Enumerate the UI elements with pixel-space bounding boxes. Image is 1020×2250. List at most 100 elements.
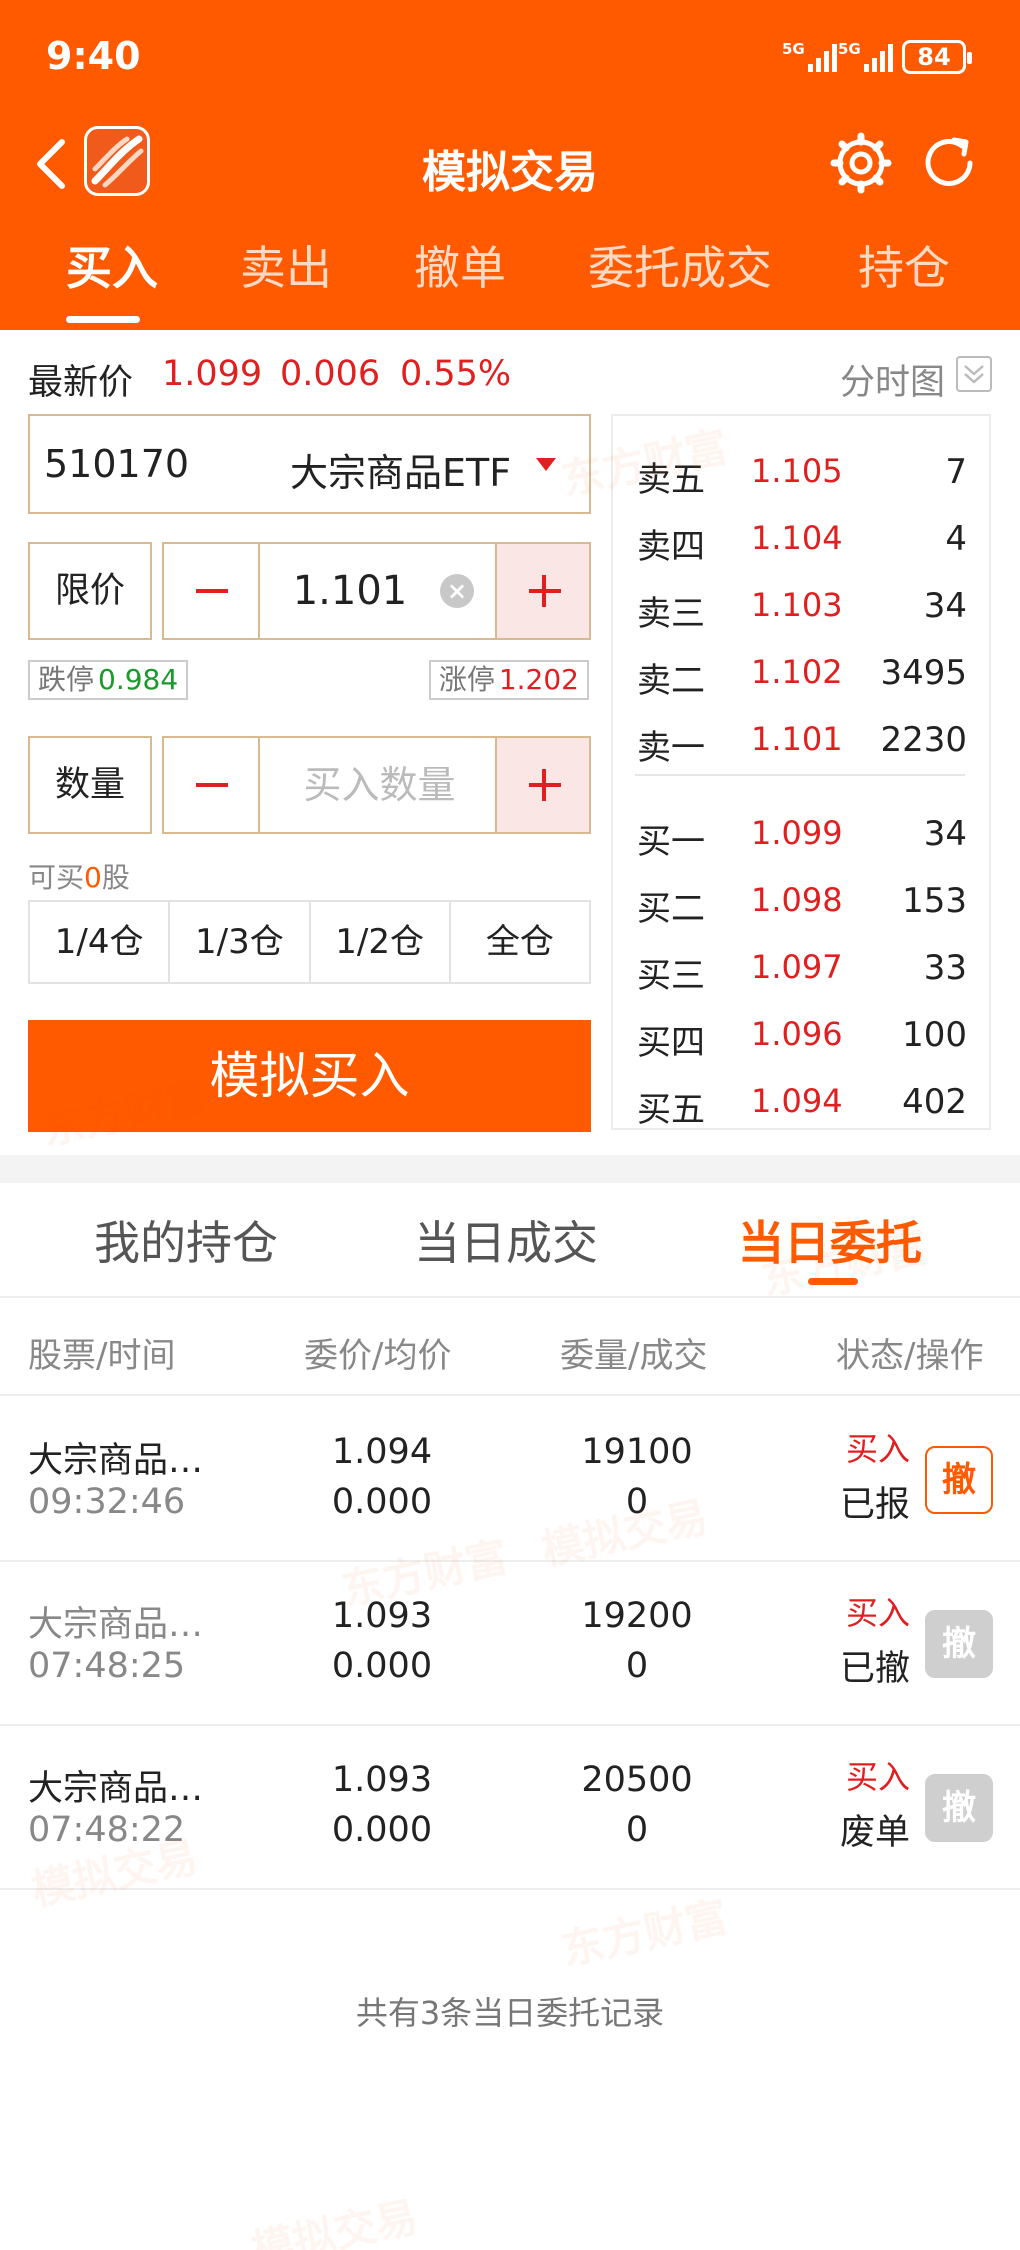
order-price: 1.094 bbox=[331, 1432, 433, 1472]
available-count: 0 bbox=[84, 861, 102, 894]
latest-price-label: 最新价 bbox=[28, 363, 134, 403]
refresh-button[interactable] bbox=[916, 130, 982, 196]
status-time: 9:40 bbox=[46, 34, 141, 78]
tab-sell[interactable]: 卖出 bbox=[240, 232, 332, 298]
order-book-row[interactable]: 卖五 1.105 7 bbox=[613, 438, 989, 504]
price-stepper: 1.101 × bbox=[162, 542, 591, 640]
trade-tabs: 买入 卖出 撤单 委托成交 持仓 bbox=[0, 232, 1020, 323]
settings-button[interactable] bbox=[828, 130, 894, 196]
order-book-row[interactable]: 卖一 1.101 2230 bbox=[613, 706, 989, 772]
order-filled: 0 bbox=[625, 1646, 649, 1686]
quantity-stepper bbox=[162, 736, 591, 834]
stock-name: 大宗商品ETF bbox=[290, 451, 512, 495]
position-third-button[interactable]: 1/3仓 bbox=[170, 902, 311, 982]
price-increase-button[interactable] bbox=[495, 544, 589, 638]
position-quarter-button[interactable]: 1/4仓 bbox=[30, 902, 171, 982]
tab-holdings[interactable]: 持仓 bbox=[858, 232, 950, 298]
orders-table-header: 股票/时间 委价/均价 委量/成交 状态/操作 bbox=[0, 1300, 1020, 1396]
price-input[interactable]: 1.101 bbox=[260, 544, 440, 638]
position-size-selector: 1/4仓 1/3仓 1/2仓 全仓 bbox=[28, 900, 591, 984]
quantity-label: 数量 bbox=[28, 736, 152, 834]
table-row[interactable]: 大宗商品… 07:48:25 1.093 0.000 19200 0 买入 已撤… bbox=[0, 1562, 1020, 1726]
dropdown-arrow-icon bbox=[536, 458, 556, 471]
order-stock-name: 大宗商品… bbox=[28, 1769, 204, 1809]
order-type: 买入 bbox=[846, 1594, 911, 1632]
app-header: 9:40 5G 5G 84 模拟交易 买入 卖出 撤单 委托成交 持仓 bbox=[0, 0, 1020, 330]
active-tab-indicator bbox=[808, 1278, 858, 1285]
order-type: 买入 bbox=[846, 1758, 911, 1796]
tab-cancel[interactable]: 撤单 bbox=[414, 232, 506, 298]
order-quantity: 20500 bbox=[581, 1760, 693, 1800]
limit-up-label: 涨停 bbox=[438, 663, 495, 696]
price-decrease-button[interactable] bbox=[164, 544, 260, 638]
column-header: 股票/时间 bbox=[28, 1336, 176, 1376]
battery-icon: 84 bbox=[902, 40, 972, 74]
order-price: 1.093 bbox=[331, 1760, 433, 1800]
tab-orders-trades[interactable]: 委托成交 bbox=[588, 232, 772, 298]
tab-today-orders[interactable]: 当日委托 bbox=[738, 1207, 922, 1273]
order-book-row[interactable]: 卖二 1.102 3495 bbox=[613, 639, 989, 705]
order-book-row[interactable]: 卖四 1.104 4 bbox=[613, 505, 989, 571]
records-count-note: 共有3条当日委托记录 bbox=[355, 1994, 665, 2032]
cancel-order-button: 撤 bbox=[925, 1610, 993, 1678]
order-type: 买入 bbox=[846, 1430, 911, 1468]
order-book-row[interactable]: 买一 1.099 34 bbox=[613, 800, 989, 866]
cancel-order-button: 撤 bbox=[925, 1774, 993, 1842]
order-status: 已撤 bbox=[840, 1649, 911, 1689]
clear-icon[interactable]: × bbox=[440, 574, 474, 608]
order-quantity: 19200 bbox=[581, 1596, 693, 1636]
quantity-decrease-button[interactable] bbox=[164, 738, 260, 832]
limit-down-value: 0.984 bbox=[98, 663, 179, 696]
order-avg-price: 0.000 bbox=[331, 1646, 433, 1686]
refresh-icon bbox=[925, 137, 973, 186]
position-half-button[interactable]: 1/2仓 bbox=[311, 902, 451, 982]
order-book-row[interactable]: 卖三 1.103 34 bbox=[613, 572, 989, 638]
section-divider bbox=[0, 1155, 1020, 1183]
order-avg-price: 0.000 bbox=[331, 1482, 433, 1522]
limit-down-tag[interactable]: 跌停 0.984 bbox=[28, 660, 189, 700]
order-book-row[interactable]: 买四 1.096 100 bbox=[613, 1001, 989, 1067]
order-book-row[interactable]: 买五 1.094 402 bbox=[613, 1068, 989, 1134]
quantity-input[interactable] bbox=[262, 738, 497, 832]
column-header: 状态/操作 bbox=[836, 1336, 984, 1376]
tab-my-holdings[interactable]: 我的持仓 bbox=[94, 1207, 278, 1273]
watermark: 模拟交易 bbox=[247, 2192, 422, 2250]
order-price: 1.093 bbox=[331, 1596, 433, 1636]
intraday-chart-link[interactable]: 分时图 bbox=[840, 354, 945, 405]
order-avg-price: 0.000 bbox=[331, 1810, 433, 1850]
order-book-row[interactable]: 买二 1.098 153 bbox=[613, 867, 989, 933]
status-bar: 9:40 5G 5G 84 bbox=[0, 0, 1020, 120]
order-filled: 0 bbox=[625, 1482, 649, 1522]
order-time: 09:32:46 bbox=[28, 1482, 186, 1522]
table-row[interactable]: 大宗商品… 07:48:22 1.093 0.000 20500 0 买入 废单… bbox=[0, 1726, 1020, 1890]
table-row[interactable]: 大宗商品… 09:32:46 1.094 0.000 19100 0 买入 已报… bbox=[0, 1398, 1020, 1562]
position-full-button[interactable]: 全仓 bbox=[451, 902, 589, 982]
order-filled: 0 bbox=[625, 1810, 649, 1850]
stock-selector[interactable]: 510170 大宗商品ETF bbox=[28, 414, 591, 514]
nav-bar: 模拟交易 bbox=[0, 120, 1020, 220]
limit-up-tag[interactable]: 涨停 1.202 bbox=[428, 660, 589, 700]
order-status: 已报 bbox=[840, 1485, 911, 1525]
order-type-label[interactable]: 限价 bbox=[28, 542, 152, 640]
order-stock-name: 大宗商品… bbox=[28, 1605, 204, 1645]
limit-up-value: 1.202 bbox=[498, 663, 579, 696]
tab-buy[interactable]: 买入 bbox=[66, 232, 158, 298]
tab-today-trades[interactable]: 当日成交 bbox=[414, 1207, 598, 1273]
cancel-order-button[interactable]: 撤 bbox=[925, 1446, 993, 1514]
column-header: 委价/均价 bbox=[304, 1336, 452, 1376]
order-time: 07:48:25 bbox=[28, 1646, 186, 1686]
order-time: 07:48:22 bbox=[28, 1810, 186, 1850]
active-tab-indicator bbox=[66, 316, 140, 323]
order-book-divider bbox=[635, 774, 965, 776]
simulated-buy-button[interactable]: 模拟买入 bbox=[28, 1020, 591, 1132]
order-stock-name: 大宗商品… bbox=[28, 1441, 204, 1481]
order-book-row[interactable]: 买三 1.097 33 bbox=[613, 934, 989, 1000]
watermark: 东方财富 bbox=[557, 1892, 732, 1975]
chevron-down-icon[interactable] bbox=[956, 356, 992, 392]
order-status: 废单 bbox=[840, 1813, 911, 1853]
quantity-increase-button[interactable] bbox=[495, 738, 589, 832]
price-change: 0.006 bbox=[280, 354, 381, 394]
records-tabs: 我的持仓 当日成交 当日委托 bbox=[0, 1183, 1020, 1298]
stock-code: 510170 bbox=[44, 442, 190, 486]
gear-icon bbox=[830, 132, 892, 194]
